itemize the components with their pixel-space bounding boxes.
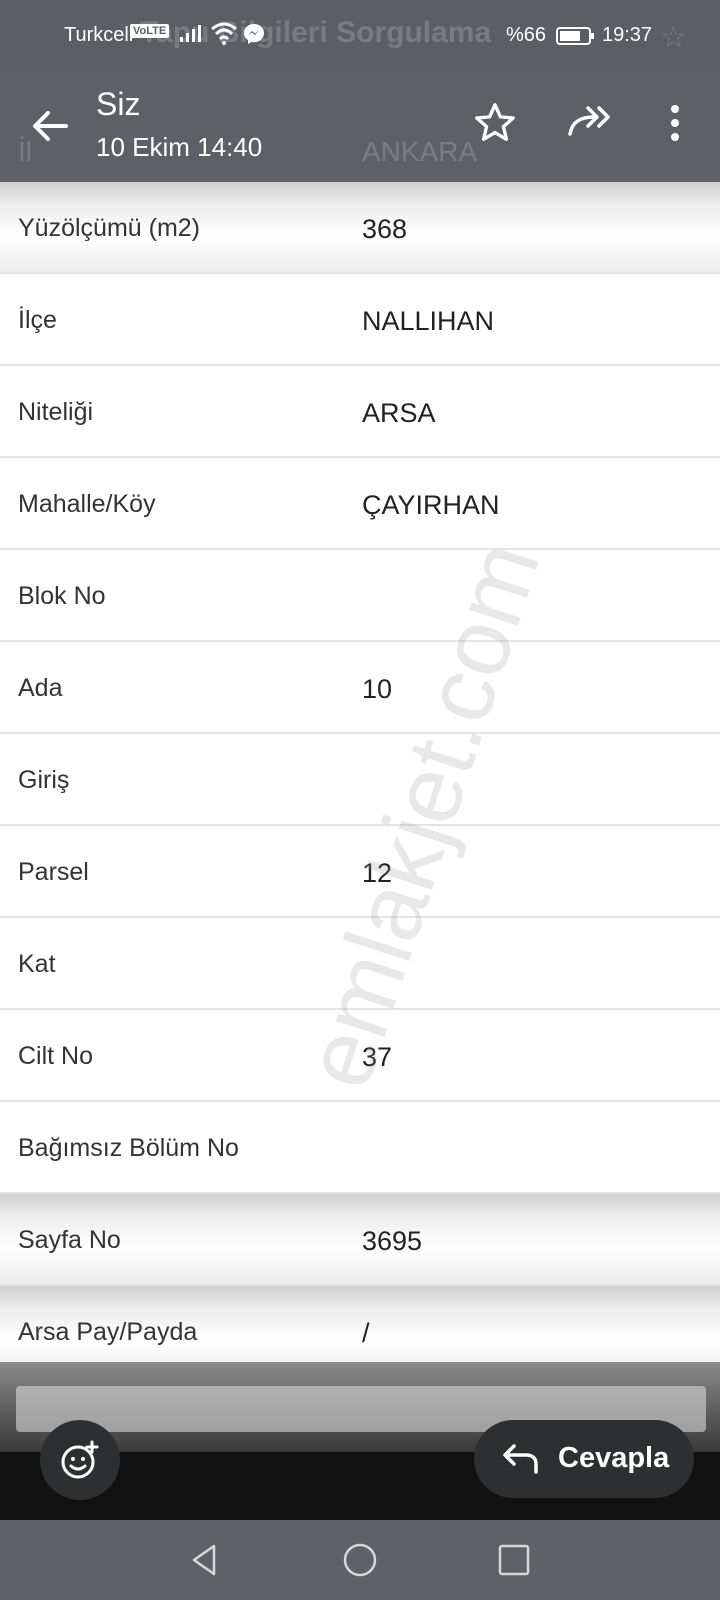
row-key: Sayfa No (18, 1226, 121, 1254)
battery-icon (556, 27, 594, 45)
message-header: İl ANKARA Siz 10 Ekim 14:40 (0, 72, 720, 182)
row-key: Blok No (18, 582, 106, 610)
row-value: ARSA (362, 398, 436, 428)
wifi-icon (211, 22, 237, 45)
row-key: Arsa Pay/Payda (18, 1318, 198, 1346)
table-row: Blok No (0, 550, 720, 642)
carrier-name: Turkcell (64, 24, 134, 46)
nav-recents-icon[interactable] (494, 1540, 534, 1580)
emoji-react-button[interactable] (40, 1420, 120, 1500)
row-value: 10 (362, 674, 393, 704)
reply-label: Cevapla (558, 1442, 670, 1474)
status-bar: Tapu Bilgileri Sorgulama ☆ Turkcell VoLT… (0, 0, 720, 72)
forward-icon[interactable] (566, 100, 614, 146)
reply-icon (503, 1444, 538, 1474)
table-row: Niteliği ARSA (0, 366, 720, 458)
emoji-add-icon (61, 1440, 99, 1479)
row-value: 3695 (362, 1226, 423, 1256)
row-key: Bağımsız Bölüm No (18, 1134, 239, 1162)
table-row: Bağımsız Bölüm No (0, 1102, 720, 1194)
more-vert-icon[interactable] (660, 100, 690, 146)
nav-home-icon[interactable] (340, 1540, 380, 1580)
row-value: / (362, 1318, 370, 1348)
battery-percentage: %66 (506, 24, 547, 46)
table-row: Yüzölçümü (m2) 368 (0, 182, 720, 274)
row-key: Mahalle/Köy (18, 490, 156, 518)
volte-badge: VoLTE (130, 24, 170, 38)
table-row: İlçe NALLIHAN (0, 274, 720, 366)
row-key: İlçe (18, 306, 57, 334)
table-row: Parsel 12 (0, 826, 720, 918)
background-star-icon: ☆ (660, 21, 687, 54)
star-icon[interactable] (472, 100, 518, 146)
table-row: Sayfa No 3695 (0, 1194, 720, 1286)
messenger-icon (244, 24, 264, 44)
row-value: NALLIHAN (362, 306, 495, 336)
back-arrow-icon[interactable] (26, 102, 74, 150)
row-value: 12 (362, 858, 393, 888)
row-value: 368 (362, 214, 408, 244)
table-row: Cilt No 37 (0, 1010, 720, 1102)
table-row: Mahalle/Köy ÇAYIRHAN (0, 458, 720, 550)
row-value: 37 (362, 1042, 393, 1072)
table-row: Kat (0, 918, 720, 1010)
system-navigation-bar (0, 1520, 720, 1600)
signal-icon (180, 25, 201, 42)
table-row: Giriş (0, 734, 720, 826)
status-clock: 19:37 (602, 24, 653, 46)
nav-back-icon[interactable] (184, 1540, 224, 1580)
reply-button[interactable]: Cevapla (474, 1420, 694, 1498)
row-key: Giriş (18, 766, 70, 794)
table-row: Ada 10 (0, 642, 720, 734)
row-key: Cilt No (18, 1042, 94, 1070)
row-key: Kat (18, 950, 56, 978)
message-timestamp: 10 Ekim 14:40 (96, 132, 263, 162)
row-key: Niteliği (18, 398, 94, 426)
property-info-table: Yüzölçümü (m2) 368 İlçe NALLIHAN Niteliği ARS… (0, 182, 720, 1378)
row-key: Yüzölçümü (m2) (18, 214, 200, 242)
row-key: Ada (18, 674, 63, 702)
background-row-value: ANKARA (362, 136, 478, 167)
row-key: Parsel (18, 858, 89, 886)
sender-name: Siz (96, 86, 141, 122)
row-value: ÇAYIRHAN (362, 490, 500, 520)
